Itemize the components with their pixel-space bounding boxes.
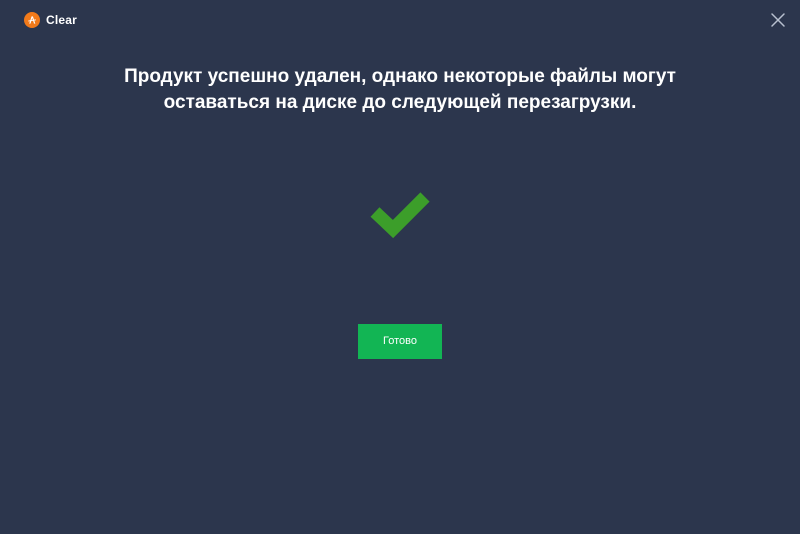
status-message-line-1: Продукт успешно удален, однако некоторые… [124, 66, 676, 87]
status-message-line-2: оставаться на диске до следующей перезаг… [163, 92, 637, 113]
title-bar: Clear [0, 0, 800, 40]
close-icon[interactable] [770, 12, 786, 28]
done-button[interactable]: Готово [358, 324, 442, 359]
app-title: Clear [46, 13, 78, 27]
avast-logo-icon [24, 12, 40, 28]
status-message: Продукт успешно удален, однако некоторые… [0, 64, 800, 116]
checkmark-icon [370, 192, 430, 239]
